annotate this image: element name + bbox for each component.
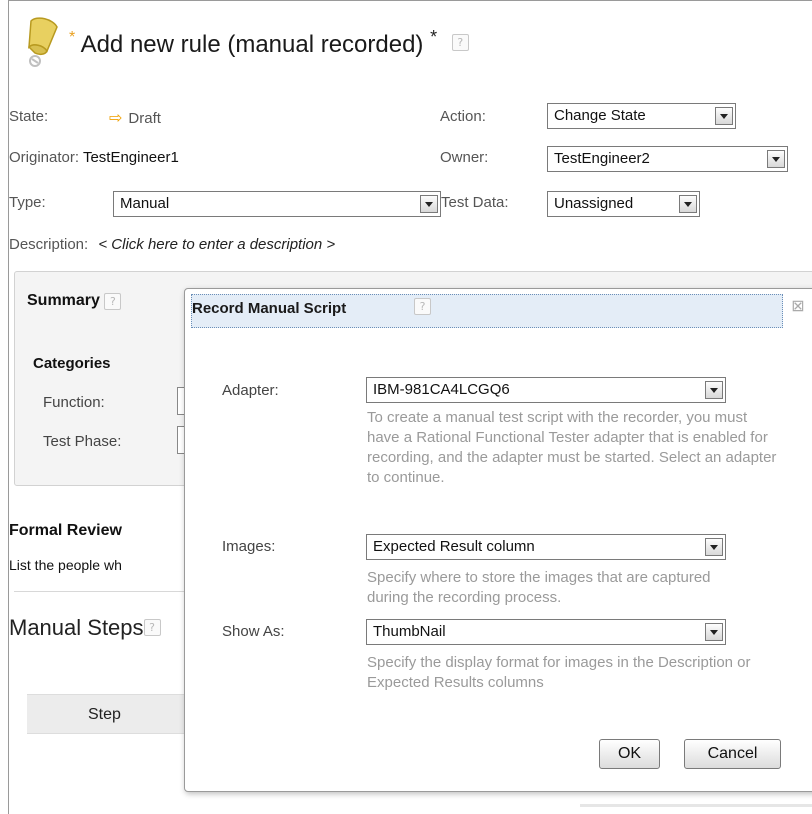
chevron-down-icon [767,150,785,168]
images-select[interactable]: Expected Result column [366,534,726,560]
manual-steps-title-text: Manual Steps [9,615,144,640]
help-icon[interactable]: ? [104,293,122,310]
help-icon[interactable]: ? [414,298,431,315]
state-label: State: [9,108,49,125]
chevron-down-icon [705,381,723,399]
dialog-title-text: Record Manual Script [192,300,347,317]
state-value-text: Draft [128,110,161,127]
help-icon[interactable]: ? [451,34,469,51]
dialog-title: Record Manual Script [192,300,346,317]
state-value[interactable]: ⇨ Draft [109,108,161,128]
action-select-value: Change State [554,107,646,124]
action-select[interactable]: Change State [547,103,736,129]
formal-review-text: List the people wh [9,557,122,573]
column-header-step[interactable]: Step [88,706,121,724]
summary-title: Summary ? [27,292,122,310]
formal-review-title: Formal Review [9,522,122,539]
type-label: Type: [9,194,46,211]
description-row: Description: < Click here to enter a des… [9,236,335,253]
summary-title-text: Summary [27,292,100,309]
adapter-select[interactable]: IBM-981CA4LCGQ6 [366,377,726,403]
type-select-value: Manual [120,195,170,212]
test-data-select-value: Unassigned [554,195,634,212]
scroll-icon [27,17,58,67]
test-data-label: Test Data: [441,194,509,211]
scrollbar-track [580,804,812,807]
page-title-text: Add new rule (manual recorded) [80,31,424,58]
images-label: Images: [222,538,276,555]
manual-steps-title: Manual Steps? [9,615,161,641]
owner-select[interactable]: TestEngineer2 [547,146,788,172]
originator-value: TestEngineer1 [82,149,179,166]
categories-heading: Categories [33,355,111,372]
adapter-hint: To create a manual test script with the … [367,409,777,486]
cancel-button[interactable]: Cancel [684,739,781,769]
originator-label: Originator: TestEngineer1 [9,149,179,166]
chevron-down-icon [715,107,733,125]
help-icon[interactable]: ? [143,619,161,636]
description-placeholder[interactable]: < Click here to enter a description > [98,236,335,253]
function-label: Function: [43,394,105,411]
show-as-hint: Specify the display format for images in… [367,654,751,691]
page-title: * Add new rule (manual recorded) * ? [69,27,469,59]
images-hint: Specify where to store the images that a… [367,569,711,606]
owner-select-value: TestEngineer2 [554,150,650,167]
ok-button[interactable]: OK [599,739,660,769]
record-manual-script-dialog: Record Manual Script ? ⊠ Adapter: IBM-98… [184,288,812,792]
originator-label-text: Originator: [9,149,80,166]
show-as-label: Show As: [222,623,285,640]
state-arrow-icon: ⇨ [109,110,123,127]
required-marker: * [69,29,76,46]
chevron-down-icon [420,195,438,213]
test-phase-label: Test Phase: [43,433,122,450]
test-data-select[interactable]: Unassigned [547,191,700,217]
chevron-down-icon [679,195,697,213]
adapter-select-value: IBM-981CA4LCGQ6 [373,381,510,398]
type-select[interactable]: Manual [113,191,441,217]
show-as-select-value: ThumbNail [373,623,446,640]
images-select-value: Expected Result column [373,538,535,555]
owner-label: Owner: [440,149,489,166]
dirty-marker: * [430,27,438,47]
show-as-select[interactable]: ThumbNail [366,619,726,645]
chevron-down-icon [705,538,723,556]
adapter-label: Adapter: [222,382,279,399]
chevron-down-icon [705,623,723,641]
close-icon[interactable]: ⊠ [789,298,807,316]
description-label: Description: [9,236,89,253]
action-label: Action: [440,108,486,125]
